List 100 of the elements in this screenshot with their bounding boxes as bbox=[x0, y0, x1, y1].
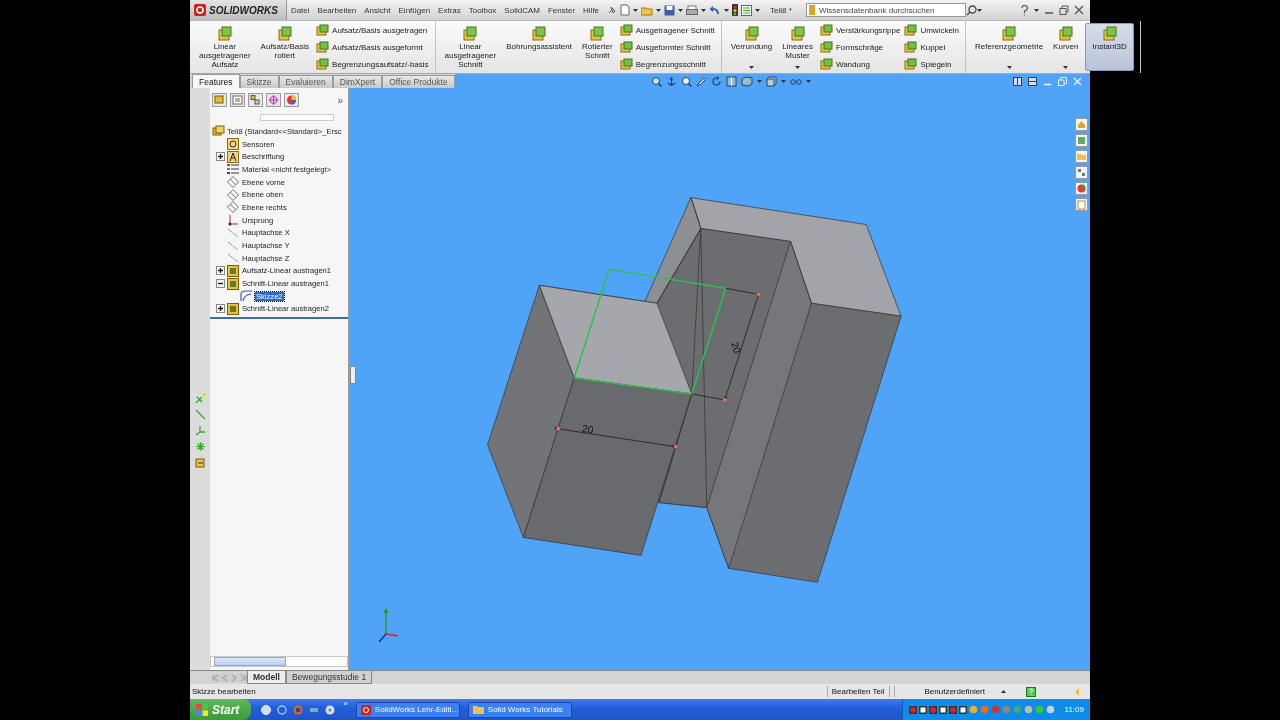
ribbon-button[interactable]: Kuppel bbox=[904, 41, 960, 53]
menu-item[interactable]: Ansicht bbox=[360, 5, 395, 15]
ribbon-button[interactable]: Aufsatz/Basis ausgeformt bbox=[316, 41, 429, 53]
zoom-to-fit-icon[interactable] bbox=[650, 75, 662, 87]
ribbon-button[interactable]: Kurven bbox=[1050, 23, 1082, 71]
appearance-tab-icon[interactable] bbox=[284, 93, 299, 107]
panel-handle[interactable] bbox=[350, 366, 356, 384]
units-selector[interactable]: Benutzerdefiniert bbox=[924, 687, 985, 696]
new-document-icon[interactable] bbox=[620, 4, 631, 16]
ribbon-button[interactable]: Begrenzungsaufsatz/-basis bbox=[316, 58, 429, 70]
help-icon[interactable] bbox=[1026, 686, 1036, 697]
relation-icon[interactable] bbox=[194, 425, 206, 436]
model-tab[interactable]: Modell bbox=[247, 671, 286, 684]
folder-icon[interactable] bbox=[1075, 150, 1088, 163]
command-tab[interactable]: Features bbox=[192, 74, 240, 88]
restore-icon[interactable] bbox=[1059, 5, 1069, 15]
command-tab[interactable]: Skizze bbox=[239, 75, 279, 88]
view-palette-icon[interactable] bbox=[1075, 166, 1088, 179]
more-button[interactable]: » bbox=[343, 699, 348, 708]
ribbon-button[interactable]: Lineares Muster bbox=[779, 23, 816, 71]
ribbon-button[interactable]: Formschräge bbox=[819, 41, 901, 53]
ribbon-button[interactable]: Begrenzungsschnitt bbox=[619, 58, 715, 70]
browser-icon[interactable] bbox=[277, 704, 288, 715]
cube-icon[interactable] bbox=[765, 75, 777, 87]
ribbon-button[interactable]: Wandung bbox=[819, 58, 901, 70]
options-icon[interactable] bbox=[741, 4, 753, 16]
ribbon-button[interactable]: Umwickeln bbox=[904, 24, 960, 36]
undo-icon[interactable] bbox=[709, 4, 722, 16]
ribbon-button[interactable]: Linear ausgetragener Aufsatz bbox=[196, 23, 254, 71]
command-tab[interactable]: DimXpert bbox=[332, 75, 383, 88]
anchor-icon[interactable] bbox=[665, 75, 677, 87]
horizontal-scrollbar[interactable] bbox=[210, 656, 348, 667]
menu-item[interactable]: Einfügen bbox=[394, 5, 435, 15]
search-icon[interactable] bbox=[965, 4, 977, 16]
fox-icon[interactable] bbox=[293, 704, 304, 715]
command-tab[interactable]: Office Produkte bbox=[382, 75, 455, 88]
menu-item[interactable]: SolidCAM bbox=[500, 5, 544, 15]
tray-icon[interactable] bbox=[918, 705, 927, 714]
menu-item[interactable]: Extras bbox=[434, 5, 465, 15]
sketch-tool-icon[interactable] bbox=[194, 457, 206, 468]
filter-field[interactable] bbox=[260, 114, 334, 121]
smart-dimension-icon[interactable] bbox=[194, 393, 206, 404]
clipboard-icon[interactable] bbox=[1075, 198, 1088, 211]
library-icon[interactable] bbox=[1075, 134, 1088, 147]
property-tab-icon[interactable] bbox=[230, 93, 245, 107]
dimension-label[interactable]: 20 bbox=[581, 422, 595, 436]
ribbon-button[interactable]: Rotierter Schnitt bbox=[579, 23, 616, 71]
sketch-point[interactable] bbox=[556, 426, 561, 432]
ribbon-button[interactable]: Verstärkungsrippe bbox=[819, 24, 901, 36]
appearance-icon[interactable] bbox=[1075, 182, 1088, 195]
close-icon[interactable] bbox=[1074, 5, 1084, 15]
expand-toggle[interactable] bbox=[216, 152, 225, 162]
menu-item[interactable]: Datei bbox=[286, 5, 314, 15]
rotate-icon[interactable] bbox=[710, 75, 722, 87]
line-icon[interactable] bbox=[194, 409, 206, 420]
sketch-point[interactable] bbox=[756, 292, 761, 297]
menu-item[interactable]: Fenster bbox=[543, 5, 580, 15]
ribbon-button[interactable]: Aufsatz/Basis ausgetragen bbox=[316, 24, 429, 36]
snowflake-icon[interactable] bbox=[194, 441, 206, 452]
command-tab[interactable]: Evaluieren bbox=[278, 75, 333, 88]
glasses-icon[interactable] bbox=[789, 77, 802, 85]
feature-tree-tab-icon[interactable] bbox=[212, 93, 227, 107]
configuration-tab-icon[interactable] bbox=[248, 93, 263, 107]
up-caret-icon[interactable] bbox=[1001, 690, 1006, 693]
taskbar-button[interactable]: SolidWorks Lehr-Editi… bbox=[355, 701, 460, 718]
more-button[interactable]: » bbox=[337, 94, 346, 106]
split-horizontal-icon[interactable] bbox=[1013, 76, 1022, 86]
dimension-label[interactable]: 20 bbox=[729, 340, 743, 355]
traffic-light-icon[interactable] bbox=[732, 4, 739, 16]
ribbon-button[interactable]: Linear ausgetragener Schnitt bbox=[441, 23, 500, 71]
ribbon-button[interactable]: Instant3D bbox=[1085, 23, 1134, 71]
taskbar-button[interactable]: Solid Works Tutorials bbox=[467, 701, 572, 718]
split-vertical-icon[interactable] bbox=[1028, 76, 1037, 86]
section-view-icon[interactable] bbox=[725, 75, 737, 87]
save-icon[interactable] bbox=[664, 4, 676, 16]
expand-toggle[interactable] bbox=[216, 279, 225, 289]
ribbon-button[interactable]: Ausgetragener Schnitt bbox=[619, 24, 715, 36]
print-icon[interactable] bbox=[686, 4, 699, 16]
expand-toggle[interactable] bbox=[216, 304, 225, 314]
search-field[interactable]: Wissensdatenbank durchsuchen bbox=[805, 3, 966, 17]
globe-icon[interactable] bbox=[261, 704, 272, 715]
open-folder-icon[interactable] bbox=[641, 4, 654, 16]
ribbon-button[interactable]: Aufsatz/Basis rotiert bbox=[257, 23, 313, 71]
tray-icon[interactable] bbox=[958, 705, 967, 714]
sketch-point[interactable] bbox=[673, 444, 679, 449]
ribbon-button[interactable]: Bohrungsassistent bbox=[503, 23, 575, 71]
home-icon[interactable] bbox=[1075, 118, 1088, 131]
ribbon-button[interactable]: Referenzgeometrie bbox=[972, 23, 1047, 71]
model-tab[interactable]: Bewegungsstudie 1 bbox=[285, 671, 373, 684]
menu-item[interactable]: Bearbeiten bbox=[313, 5, 361, 15]
sketch-point[interactable] bbox=[722, 397, 727, 403]
disk-icon[interactable] bbox=[325, 704, 336, 715]
menu-item[interactable]: Hilfe bbox=[579, 5, 604, 15]
ribbon-button[interactable]: Spiegeln bbox=[904, 58, 960, 70]
magnifier-icon[interactable] bbox=[680, 75, 692, 87]
ribbon-button[interactable]: Ausgeformter Schnitt bbox=[619, 41, 715, 53]
pin-icon[interactable] bbox=[607, 5, 618, 15]
tray-icon[interactable] bbox=[938, 705, 947, 714]
ribbon-button[interactable]: Verrundung bbox=[727, 23, 776, 71]
crosshair-tab-icon[interactable] bbox=[266, 93, 281, 107]
